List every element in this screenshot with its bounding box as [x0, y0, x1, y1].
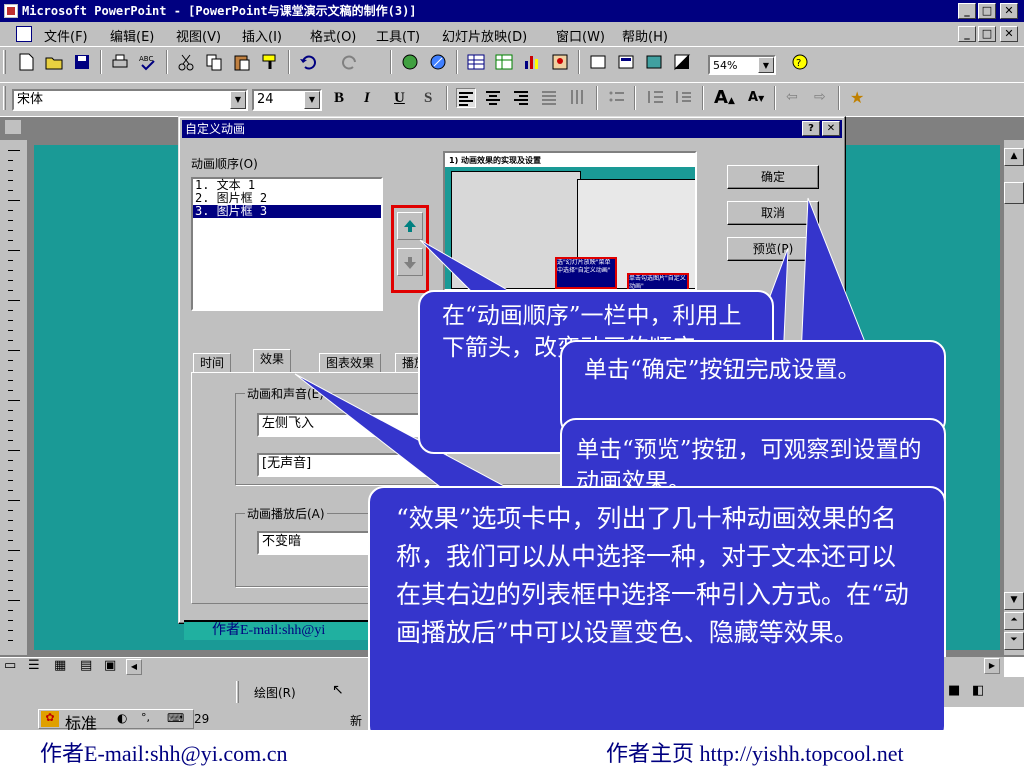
status-bar: ✿ 标准 ◐ °, ⌨ 29 新	[0, 707, 368, 733]
scroll-right-icon[interactable]: ▶	[984, 658, 1000, 674]
slide-number: 29	[194, 712, 210, 726]
toolbar-grip	[236, 681, 239, 703]
hscroll-end: ▶	[944, 657, 1004, 677]
outline-view-icon[interactable]: ☰	[28, 658, 40, 673]
callout-ok-text: 单击“确定”按钮完成设置。	[584, 357, 861, 383]
normal-view-icon[interactable]: ▭	[4, 658, 16, 673]
callout-effects: “效果”选项卡中，列出了几十种动画效果的名称，我们可以从中选择一种，对于文本还可…	[368, 486, 946, 742]
ime-moon-icon[interactable]: ◐	[117, 711, 127, 725]
ime-keyboard-icon[interactable]: ⌨	[167, 711, 184, 725]
footer: 作者E-mail:shh@yi.com.cn 作者主页 http://yishh…	[0, 730, 1024, 768]
footer-homepage: 作者主页 http://yishh.topcool.net	[606, 741, 904, 766]
ime-punct-icon[interactable]: °,	[141, 711, 150, 724]
notes-view-icon[interactable]: ▤	[80, 658, 92, 673]
ime-bar[interactable]: ✿ 标准 ◐ °, ⌨	[38, 709, 194, 733]
shadow-style-icon[interactable]: ■	[948, 683, 960, 698]
scroll-left-icon[interactable]: ◀	[126, 659, 142, 675]
drawing-toolbar: 绘图(R) ↖	[0, 677, 368, 707]
footer-email: 作者E-mail:shh@yi.com.cn	[40, 741, 288, 766]
status-partial: 新	[350, 714, 363, 728]
drawing-menu[interactable]: 绘图(R)	[254, 684, 296, 701]
ime-logo-icon[interactable]: ✿	[41, 711, 59, 727]
slideshow-view-icon[interactable]: ▣	[104, 658, 116, 673]
drawing-toolbar-right: ■ ◧	[944, 677, 1024, 707]
callout-effects-text: “效果”选项卡中，列出了几十种动画效果的名称，我们可以从中选择一种，对于文本还可…	[396, 504, 909, 647]
slide-sorter-icon[interactable]: ▦	[54, 658, 66, 673]
3d-style-icon[interactable]: ◧	[972, 683, 984, 698]
view-bar: ▭ ☰ ▦ ▤ ▣ ◀	[0, 657, 368, 677]
select-pointer-icon[interactable]: ↖	[332, 682, 344, 698]
